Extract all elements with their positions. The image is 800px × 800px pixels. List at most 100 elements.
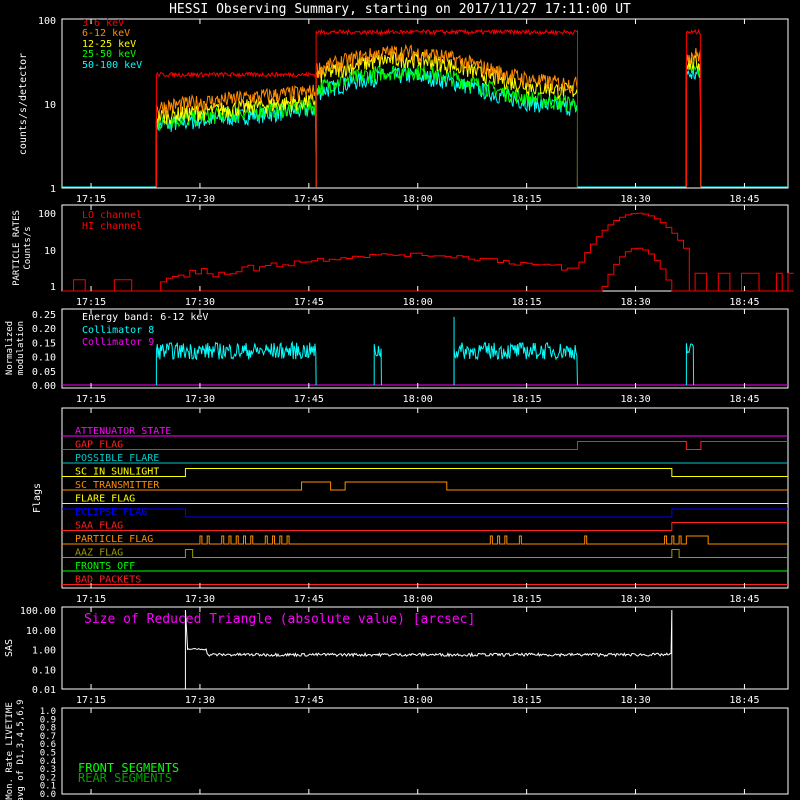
time-tick-label: 18:15 (512, 194, 542, 205)
sas-ytick: 10.00 (26, 626, 56, 637)
collimator-8-line (155, 340, 695, 386)
sas-panel: SAS 100.00 10.00 1.00 0.10 0.01 Size of Redu… (4, 606, 789, 696)
particle-hi-channel-line (62, 247, 794, 292)
sas-ytick: 0.10 (32, 665, 56, 676)
time-tick-label: 18:15 (512, 594, 542, 605)
flag-label: SAA FLAG (75, 521, 123, 532)
livetime-ytick: 1.0 (40, 707, 56, 717)
flag-line (62, 549, 788, 558)
time-tick-label: 18:45 (729, 394, 759, 405)
modulation-ytick: 0.05 (32, 367, 56, 378)
time-tick-label: 17:45 (294, 594, 324, 605)
observing-summary-figure: HESSI Observing Summary, starting on 201… (4, 2, 794, 800)
time-tick-label: 17:30 (185, 297, 215, 308)
flag-line (62, 468, 788, 477)
time-tick-label: 18:30 (620, 297, 650, 308)
time-tick-label: 17:30 (185, 194, 215, 205)
time-tick-label: 18:45 (729, 194, 759, 205)
flag-label: SC IN SUNLIGHT (75, 467, 159, 478)
time-tick-label: 17:45 (294, 695, 324, 706)
flags-panel: Flags ATTENUATOR STATE GAP FLAG POSSIBLE F… (32, 407, 789, 589)
livetime-ylabel-2: avg of D1,3,4,5,6,9 (16, 700, 26, 800)
legend-lo-channel: LO channel (82, 210, 142, 221)
particle-rates-ylabel: PARTICLE RATES (12, 210, 22, 286)
particle-ytick-10: 10 (44, 246, 56, 257)
modulation-ytick: 0.00 (32, 381, 56, 392)
flag-label: FRONTS OFF (75, 561, 135, 572)
time-tick-label: 18:00 (403, 394, 433, 405)
time-tick-label: 18:15 (512, 297, 542, 308)
flag-label: FLARE FLAG (75, 494, 135, 505)
time-tick-label: 18:45 (729, 297, 759, 308)
flag-line (62, 508, 788, 518)
time-tick-label: 18:00 (403, 194, 433, 205)
count-rate-series-4 (155, 66, 702, 188)
sas-ytick: 100.00 (20, 606, 56, 617)
time-tick-label: 18:00 (403, 695, 433, 706)
flag-label: ATTENUATOR STATE (75, 426, 171, 437)
sas-annotation: Size of Reduced Triangle (absolute value… (84, 612, 475, 627)
page-title: HESSI Observing Summary, starting on 201… (169, 2, 631, 17)
time-tick-label: 17:30 (185, 594, 215, 605)
legend-hi-channel: HI channel (82, 221, 142, 232)
time-tick-label: 17:45 (294, 297, 324, 308)
particle-lo-channel-line (62, 212, 794, 292)
count-rates-ytick-1: 1 (50, 184, 56, 195)
livetime-panel: Mon. Rate LIVETIME avg of D1,3,4,5,6,9 0… (5, 700, 789, 800)
flags-ylabel: Flags (32, 483, 43, 513)
time-tick-label: 17:15 (76, 394, 106, 405)
particle-rates-ylabel-units: Counts/s (23, 226, 33, 269)
sas-ylabel: SAS (4, 639, 15, 657)
legend-rear-segments: REAR SEGMENTS (78, 771, 172, 785)
particle-ytick-100: 100 (38, 209, 56, 220)
count-rates-ytick-100: 100 (38, 16, 56, 27)
time-tick-label: 17:45 (294, 394, 324, 405)
time-tick-label: 18:30 (620, 394, 650, 405)
flag-line (62, 522, 788, 531)
time-tick-label: 17:45 (294, 194, 324, 205)
time-tick-label: 17:15 (76, 695, 106, 706)
legend-50-100-kev: 50-100 keV (82, 60, 142, 71)
time-tick-label: 18:15 (512, 394, 542, 405)
time-tick-label: 17:15 (76, 194, 106, 205)
count-rates-ytick-10: 10 (44, 100, 56, 111)
sas-ytick: 1.00 (32, 646, 56, 657)
time-tick-label: 17:30 (185, 695, 215, 706)
legend-25-50-kev: 25-50 keV (82, 49, 136, 60)
modulation-energy-band: Energy band: 6-12 keV (82, 312, 208, 323)
modulation-ytick: 0.15 (32, 338, 56, 349)
time-tick-label: 18:45 (729, 695, 759, 706)
time-tick-label: 18:30 (620, 194, 650, 205)
flag-label: SC TRANSMITTER (75, 480, 160, 491)
legend-collimator-9: Collimator 9 (82, 337, 154, 348)
modulation-ytick: 0.20 (32, 324, 56, 335)
flag-line (62, 535, 788, 545)
modulation-ylabel: Normalized (5, 321, 15, 375)
time-tick-label: 18:30 (620, 695, 650, 706)
count-rates-ylabel: counts/s/detector (18, 53, 29, 155)
particle-ytick-1: 1 (50, 282, 56, 293)
flag-label: PARTICLE FLAG (75, 534, 153, 545)
flag-line (62, 481, 788, 491)
time-tick-label: 18:00 (403, 297, 433, 308)
flag-line (62, 441, 788, 450)
time-tick-label: 18:00 (403, 594, 433, 605)
time-tick-label: 17:30 (185, 394, 215, 405)
modulation-ytick: 0.10 (32, 353, 56, 364)
time-tick-label: 17:15 (76, 594, 106, 605)
flag-label: BAD PACKETS (75, 575, 141, 586)
flag-label: POSSIBLE FLARE (75, 453, 159, 464)
modulation-panel: Normalized modulation 0.00 0.05 0.10 0.15 0.… (5, 308, 789, 392)
sas-ytick: 0.01 (32, 685, 56, 696)
time-tick-label: 18:15 (512, 695, 542, 706)
flag-label: AAZ FLAG (75, 548, 123, 559)
count-rate-series-0 (155, 28, 702, 188)
particle-rates-panel: PARTICLE RATES Counts/s 1 10 100 LO chan… (12, 204, 794, 293)
flag-label: GAP FLAG (75, 440, 123, 451)
time-tick-label: 18:30 (620, 594, 650, 605)
livetime-ylabel-1: Mon. Rate LIVETIME (5, 702, 15, 800)
modulation-ylabel-2: modulation (16, 321, 26, 375)
time-tick-label: 18:45 (729, 594, 759, 605)
legend-collimator-8: Collimator 8 (82, 325, 154, 336)
time-tick-label: 17:15 (76, 297, 106, 308)
